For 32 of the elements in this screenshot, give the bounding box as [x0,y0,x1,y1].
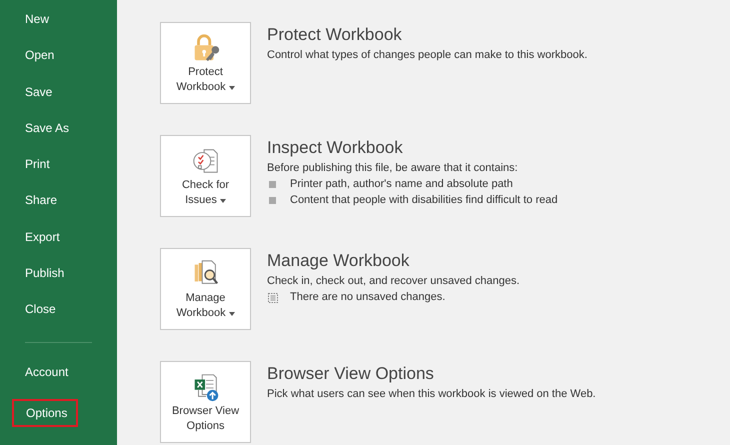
bullet-icon [269,197,276,204]
section-title: Protect Workbook [267,24,403,46]
action-button[interactable]: Check for Issues [160,135,251,217]
menu-item[interactable]: Share [0,189,117,226]
detail-text: Content that people with disabilities find difficult to read [290,193,558,208]
menu-item[interactable]: Save [0,80,117,117]
section-title: Inspect Workbook [267,137,404,159]
section-description: Control what types of changes people can make to this workbook. [267,48,588,63]
action-button[interactable]: Manage Workbook [160,248,251,330]
caret-icon [220,198,226,202]
menu-item[interactable]: Options [12,398,78,427]
bullet-icon [269,181,276,188]
menu-item[interactable]: Account [0,360,117,397]
menu-item[interactable]: Print [0,153,117,190]
section-description: Pick what users can see when this workbook is viewed on the Web. [267,387,596,402]
caret-icon [228,86,235,90]
menu-item[interactable]: Export [0,226,117,262]
detail-text: There are no unsaved changes. [290,290,446,305]
section-description: Before publishing this file, be aware that it contains: [267,161,519,176]
action-button[interactable]: Browser View Options [160,361,251,443]
action-button[interactable]: Protect Workbook [160,22,251,104]
menu-item[interactable]: Save As [0,116,117,154]
menu-item[interactable]: New [0,8,117,44]
document-icon [267,292,279,304]
menu-item[interactable]: Publish [0,262,117,298]
caret-icon [228,312,235,316]
menu-item[interactable]: Open [0,44,117,81]
menu-item[interactable]: Close [0,298,117,335]
section-title: Manage Workbook [267,250,410,272]
section-description: Check in, check out, and recover unsaved changes. [267,274,520,289]
detail-text: Printer path, author's name and absolute path [290,177,513,192]
section-title: Browser View Options [267,363,435,385]
